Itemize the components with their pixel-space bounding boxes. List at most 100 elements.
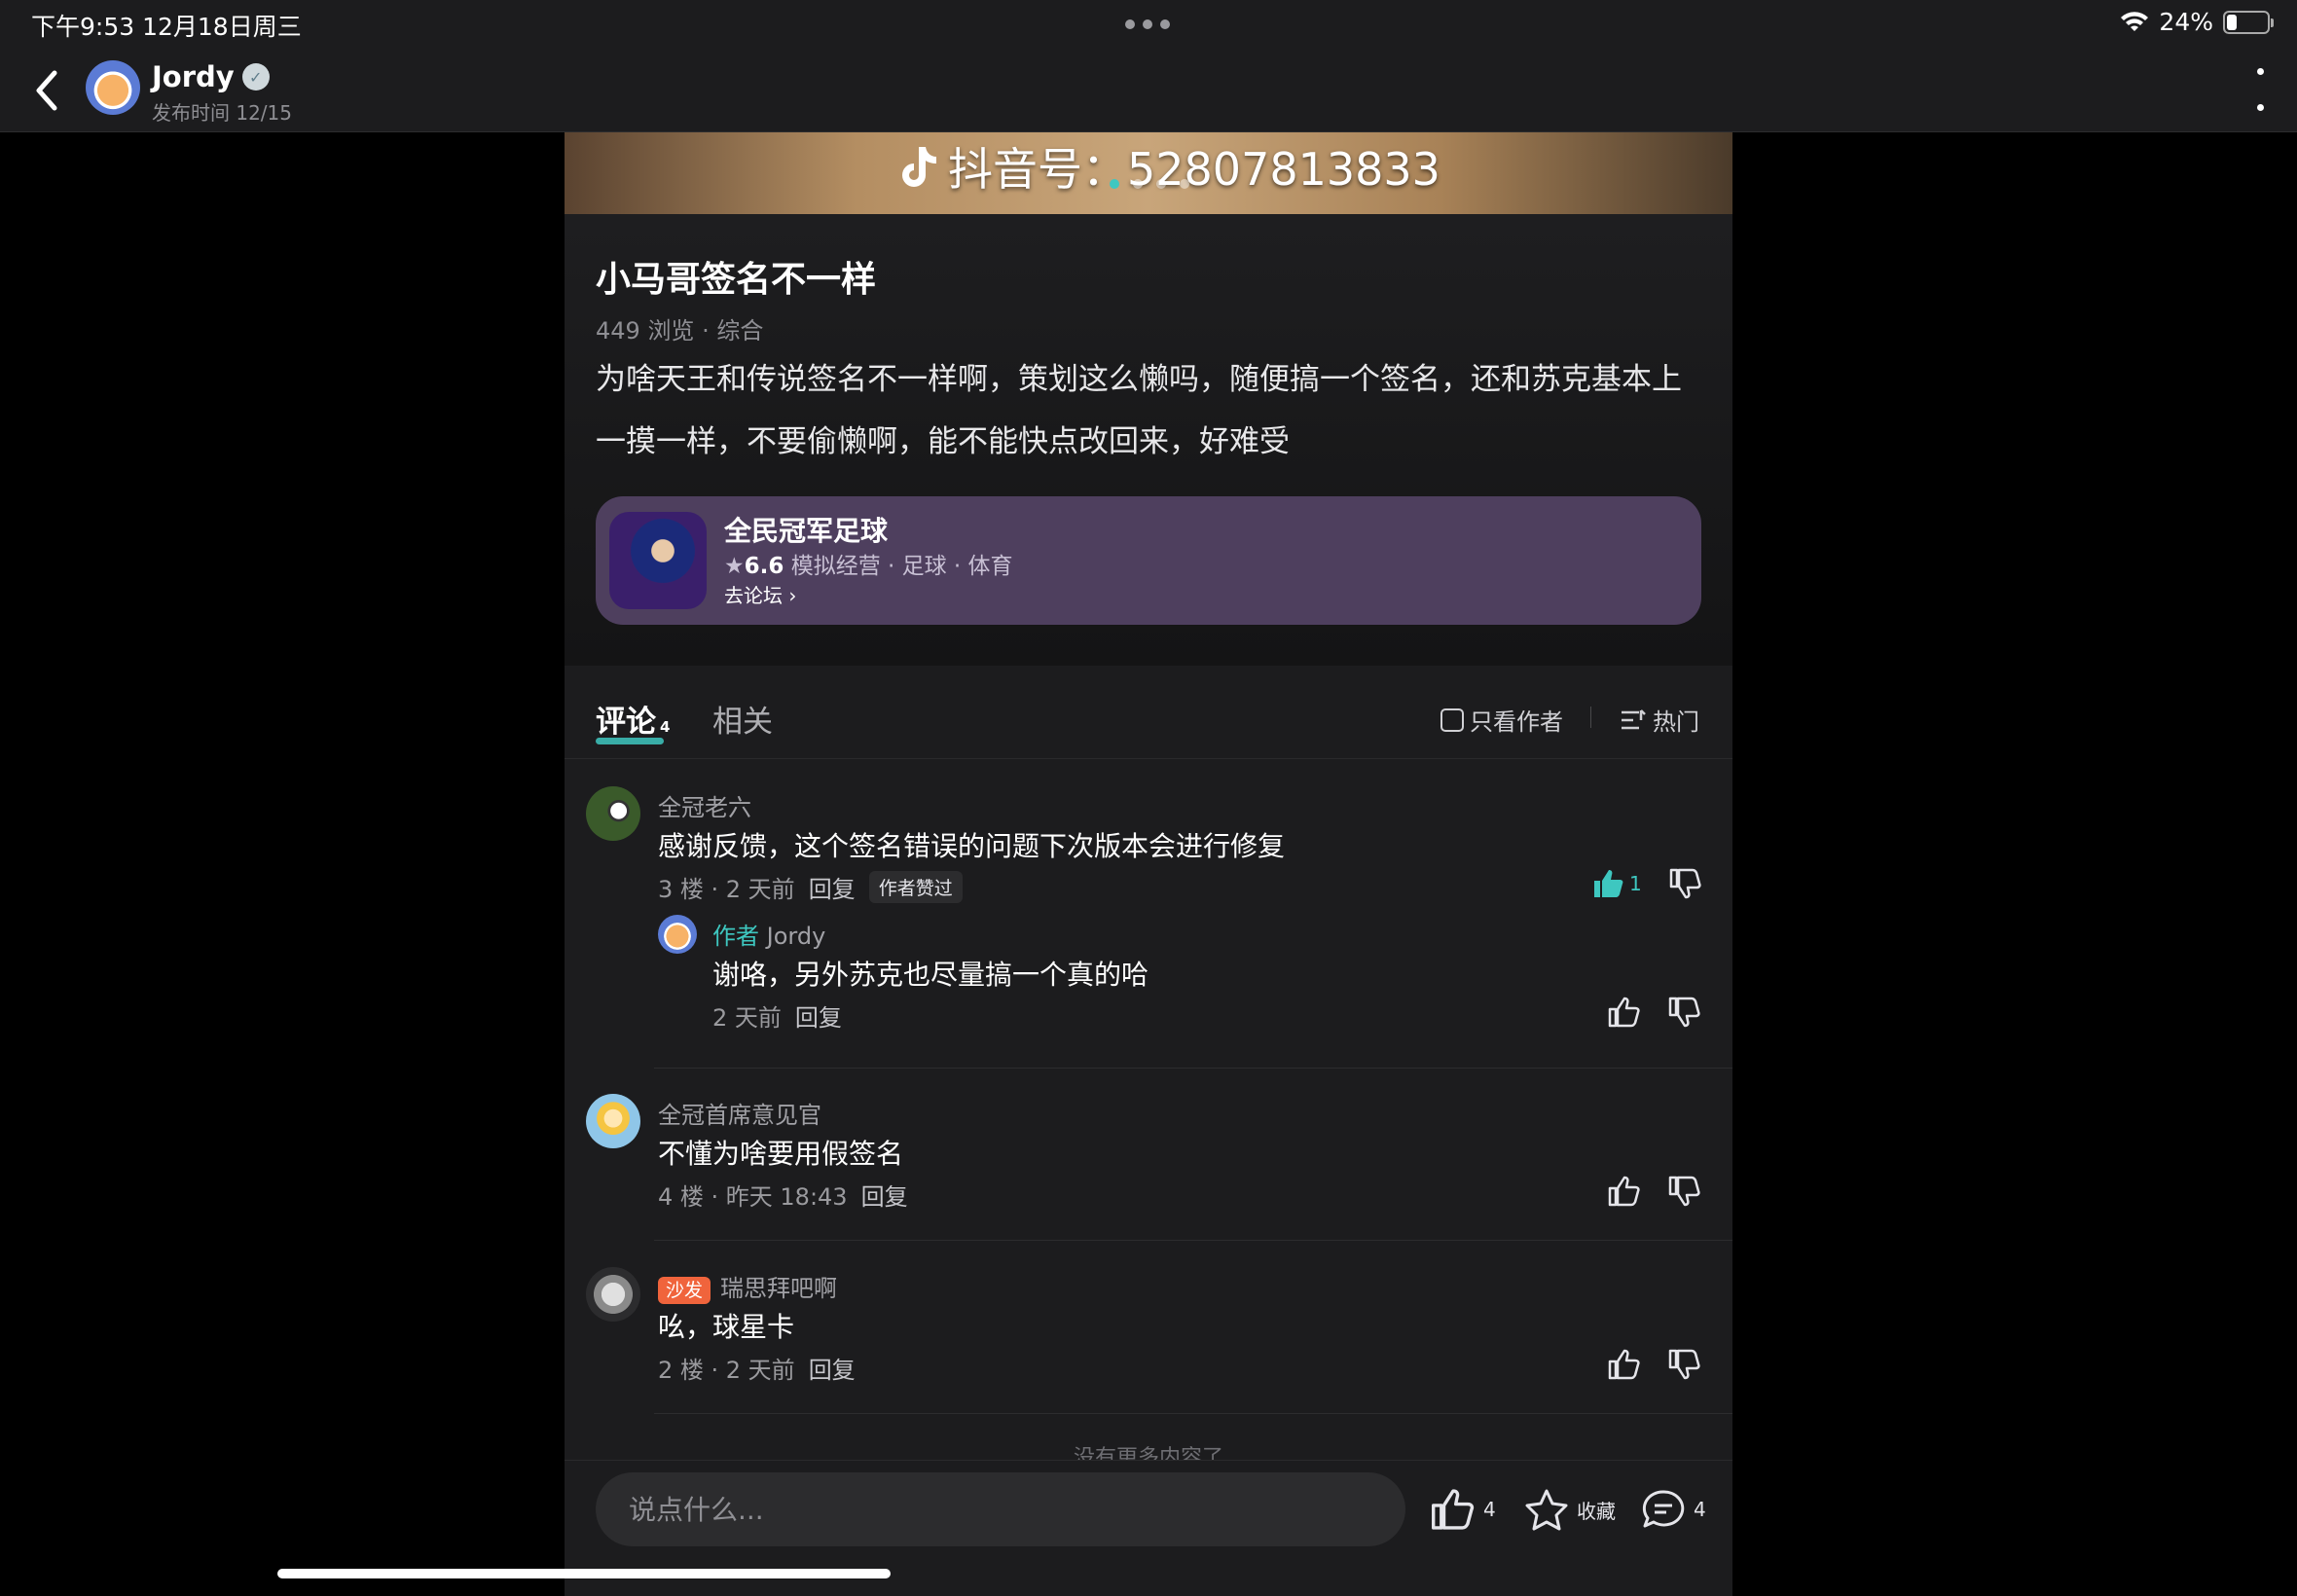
status-time: 下午9:53 12月18日周三 [31,13,302,41]
comment-text: 吆，球星卡 [658,1311,795,1343]
publish-time: 发布时间 12/15 [152,101,292,125]
star-outline-icon [1525,1489,1568,1531]
comment-floor: 3 楼 · 2 天前 [658,876,795,903]
carousel-indicators [1110,179,1189,189]
thumbs-down-icon[interactable] [1668,997,1701,1028]
thumbs-down-icon[interactable] [1668,1349,1701,1380]
comment-floor: 4 楼 · 昨天 18:43 [658,1183,848,1211]
chevron-right-icon: › [788,584,797,607]
author-avatar[interactable] [86,60,140,115]
back-button[interactable] [27,66,66,115]
commenter-name-row[interactable]: 沙发 瑞思拜吧啊 [658,1269,838,1304]
reply-text: 谢咯，另外苏克也尽量搞一个真的哈 [712,959,1149,991]
post-column: 抖音号：52807813833 小马哥签名不一样 449 浏览 · 综合 为啥天… [565,132,1732,1596]
thumbs-up-icon [1432,1489,1475,1530]
comment-text: 感谢反馈，这个签名错误的问题下次版本会进行修复 [658,830,1286,862]
comment-count: 4 [660,718,671,736]
more-options-button[interactable] [2250,68,2270,111]
like-button[interactable]: 1 [1592,868,1642,899]
reply-button[interactable]: 回复 [809,870,856,904]
comment-meta: 2 楼 · 2 天前 回复 [658,1351,856,1385]
reply-button[interactable]: 回复 [795,998,842,1033]
battery-icon [2223,10,2274,34]
reply-button[interactable]: 回复 [809,1351,856,1385]
game-card[interactable]: 全民冠军足球 ★6.6 模拟经营 · 足球 · 体育 去论坛 › [596,496,1701,625]
divider [654,1413,1732,1414]
banner-watermark: 抖音号：52807813833 [895,132,1440,200]
post-title: 小马哥签名不一样 [596,260,877,300]
commenter-name[interactable]: 全冠老六 [658,788,751,822]
reply-meta: 2 天前 回复 [712,998,842,1033]
commenter-avatar[interactable] [586,1267,640,1322]
forum-link[interactable]: 去论坛 › [724,580,796,608]
only-author-toggle[interactable]: 只看作者 [1440,703,1563,737]
post-comment-count: 4 [1694,1498,1706,1521]
divider [1590,707,1591,728]
game-tags: 模拟经营 · 足球 · 体育 [790,554,1013,579]
comment-meta: 4 楼 · 昨天 18:43 回复 [658,1178,908,1212]
tiktok-icon [902,147,936,187]
comment-floor: 2 楼 · 2 天前 [658,1357,795,1384]
reply-author-name: Jordy [766,923,826,950]
sort-icon [1622,708,1646,729]
comment-input[interactable] [596,1472,1405,1546]
sort-label: 热门 [1653,708,1699,736]
vote-group: 1 [1592,868,1702,899]
favorite-button[interactable]: 收藏 [1524,1476,1616,1542]
like-post-button[interactable]: 4 [1431,1476,1496,1542]
tab-related[interactable]: 相关 [712,697,773,741]
author-name-row[interactable]: Jordy ✓ [152,60,270,93]
checkbox-icon [1440,707,1464,732]
reply-avatar[interactable] [658,915,697,954]
commenter-avatar[interactable] [586,1094,640,1148]
like-count: 1 [1629,872,1642,895]
reply-time: 2 天前 [712,1004,782,1032]
game-name: 全民冠军足球 [724,515,889,547]
thumbs-down-icon[interactable] [1668,1176,1701,1207]
reply-button[interactable]: 回复 [861,1178,908,1212]
status-right: 24% [2120,8,2274,36]
thumbs-up-filled-icon [1594,870,1623,897]
wifi-icon [2121,11,2149,31]
comment-button[interactable]: 4 [1641,1476,1706,1542]
author-name: Jordy [152,60,235,93]
post-body: 为啥天王和传说签名不一样啊，策划这么懒吗，随便搞一个签名，还和苏克基本上一摸一样… [596,362,1682,459]
sofa-badge: 沙发 [658,1277,711,1304]
home-indicator[interactable] [277,1569,891,1578]
carousel-dot[interactable] [1180,179,1189,189]
chevron-left-icon [36,70,57,111]
reply-author-row[interactable]: 作者 Jordy [712,917,825,951]
sort-button[interactable]: 热门 [1620,703,1699,737]
comment-text: 不懂为啥要用假签名 [658,1138,904,1170]
post-meta: 449 浏览 · 综合 [596,317,764,345]
tab-comments[interactable]: 评论 4 [596,697,671,744]
post-like-count: 4 [1483,1498,1496,1521]
vote-group [1608,1349,1701,1380]
carousel-dot[interactable] [1156,179,1166,189]
divider [654,1068,1732,1069]
verified-icon: ✓ [241,63,270,91]
commenter-name[interactable]: 全冠首席意见官 [658,1096,821,1130]
author-liked-badge: 作者赞过 [868,871,963,903]
top-nav: Jordy ✓ 发布时间 12/15 [0,47,2297,132]
carousel-dot[interactable] [1133,179,1143,189]
banner-text: 抖音号：52807813833 [948,143,1440,196]
comment-tabs: 评论 4 相关 只看作者 热门 [565,666,1732,759]
game-rating: 6.6 [744,554,784,579]
tab-comments-label: 评论 [596,705,656,740]
battery-percent: 24% [2159,8,2213,36]
thumbs-up-icon[interactable] [1608,1176,1641,1207]
comments-section: 评论 4 相关 只看作者 热门 全冠老六 感谢反馈，这个签名错误的问题下次版本会进… [565,666,1732,1470]
comment-meta: 3 楼 · 2 天前 回复 作者赞过 [658,870,963,904]
image-carousel[interactable]: 抖音号：52807813833 [565,132,1732,214]
commenter-name: 瑞思拜吧啊 [720,1275,838,1302]
commenter-avatar[interactable] [586,786,640,841]
thumbs-up-icon[interactable] [1608,1349,1641,1380]
multitasking-dots[interactable] [1125,19,1170,29]
star-icon: ★ [724,554,745,579]
comment-input-box[interactable] [596,1472,1405,1546]
carousel-dot[interactable] [1110,179,1119,189]
thumbs-down-icon[interactable] [1669,868,1702,899]
vote-group [1608,997,1701,1028]
thumbs-up-icon[interactable] [1608,997,1641,1028]
